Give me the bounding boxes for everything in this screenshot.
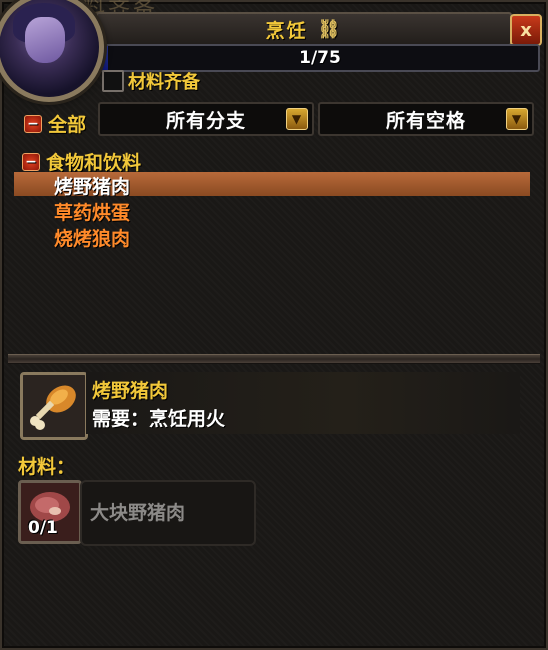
close-button[interactable]: x (510, 14, 542, 46)
player-portrait (0, 0, 104, 102)
skill-progress-text: 1/75 (299, 48, 341, 68)
reagent-count: 0/1 (28, 518, 58, 538)
detail-requirement: 需要：烹饪用火 (92, 408, 226, 430)
have-materials-checkbox[interactable] (102, 70, 124, 92)
recipe-list: − 食物和饮料 烤野猪肉 草药烘蛋 烧烤狼肉 (12, 142, 534, 354)
slot-dropdown[interactable]: 所有空格 ▼ (318, 102, 534, 136)
window-titlebar: 烹饪 ⛓ (96, 12, 512, 46)
collapse-all-icon[interactable]: − (24, 114, 42, 133)
collapse-category-icon[interactable]: − (22, 152, 40, 171)
cooking-window: 材料齐备 烹饪 ⛓ x 1/75 材料齐备 − 全部 所有分支 ▼ 所有空格 ▼… (0, 0, 548, 650)
subclass-dropdown-value: 所有分支 (165, 109, 246, 132)
detail-recipe-name: 烤野猪肉 (92, 380, 169, 402)
reagent-name: 大块野猪肉 (90, 502, 186, 524)
window-title: 烹饪 (265, 19, 308, 42)
chevron-down-icon[interactable]: ▼ (506, 108, 528, 130)
recipe-item[interactable]: 草药烘蛋 (54, 198, 130, 225)
close-icon: x (520, 19, 532, 41)
recipe-item[interactable]: 烤野猪肉 (54, 172, 130, 199)
all-label: 全部 (48, 114, 87, 136)
panel-divider (8, 354, 540, 364)
recipe-category[interactable]: − 食物和饮料 (22, 148, 141, 175)
category-label: 食物和饮料 (46, 152, 142, 174)
slot-dropdown-value: 所有空格 (385, 109, 466, 132)
have-materials-label: 材料齐备 (128, 72, 200, 93)
portrait-face (25, 17, 65, 63)
recipe-item[interactable]: 烧烤狼肉 (54, 224, 130, 251)
materials-label: 材料： (18, 456, 76, 478)
all-collapse-row[interactable]: − 全部 (24, 110, 86, 137)
roasted-meat-icon[interactable] (20, 372, 88, 440)
link-icon[interactable]: ⛓ (318, 19, 343, 40)
chevron-down-icon[interactable]: ▼ (286, 108, 308, 130)
subclass-dropdown[interactable]: 所有分支 ▼ (98, 102, 314, 136)
